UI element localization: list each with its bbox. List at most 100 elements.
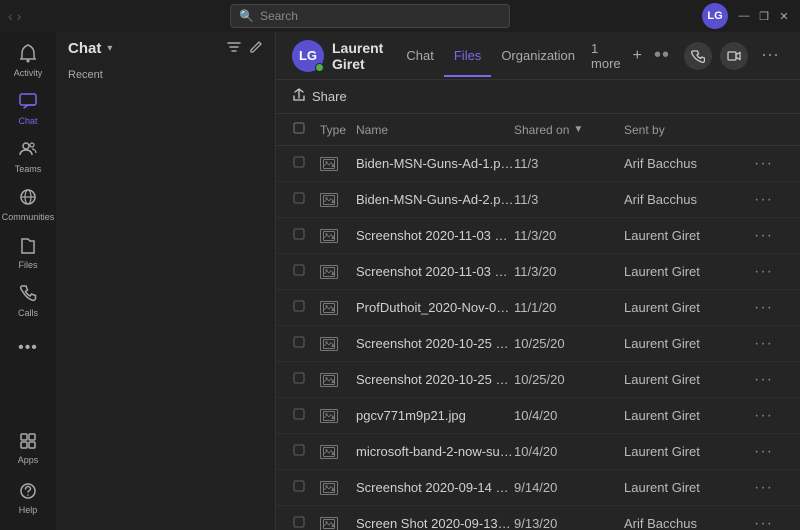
row-shared-on: 9/13/20	[514, 516, 624, 530]
table-row[interactable]: pgcv771m9p21.jpg 10/4/20 Laurent Giret ·…	[276, 398, 800, 434]
row-checkbox[interactable]	[292, 479, 320, 496]
close-button[interactable]: ✕	[776, 8, 792, 24]
row-type-icon	[320, 193, 356, 207]
row-checkbox[interactable]	[292, 227, 320, 244]
table-row[interactable]: Biden-MSN-Guns-Ad-2.png 11/3 Arif Bacchu…	[276, 182, 800, 218]
compose-icon[interactable]	[249, 40, 263, 57]
row-checkbox[interactable]	[292, 191, 320, 208]
sidebar-item-teams[interactable]: Teams	[4, 132, 52, 180]
row-checkbox[interactable]	[292, 407, 320, 424]
add-tab-button[interactable]: +	[627, 47, 648, 65]
row-type-icon	[320, 373, 356, 387]
sidebar-label-chat: Chat	[18, 116, 37, 126]
share-button[interactable]: Share	[292, 88, 347, 105]
row-more-button[interactable]: ···	[754, 335, 784, 353]
title-bar-search: 🔍 Search	[68, 4, 672, 28]
header-name: Name	[356, 123, 514, 137]
filter-icon[interactable]	[227, 40, 241, 57]
row-checkbox[interactable]	[292, 335, 320, 352]
contact-initials: LG	[299, 48, 317, 63]
row-type-icon	[320, 517, 356, 530]
sidebar-bottom: Apps Help	[4, 424, 52, 530]
sidebar-item-files[interactable]: Files	[4, 228, 52, 276]
table-row[interactable]: ProfDuthoit_2020-Nov-01.jpg 11/1/20 Laur…	[276, 290, 800, 326]
panel-title-caret: ▾	[107, 43, 112, 54]
row-type-icon	[320, 301, 356, 315]
tab-chat[interactable]: Chat	[396, 34, 443, 77]
row-checkbox[interactable]	[292, 515, 320, 530]
video-button[interactable]	[720, 42, 748, 70]
row-checkbox[interactable]	[292, 443, 320, 460]
row-sent-by: Laurent Giret	[624, 372, 754, 387]
sidebar-item-chat[interactable]: Chat	[4, 84, 52, 132]
nav-controls: ‹ ›	[8, 8, 21, 24]
sort-icon: ▼	[573, 124, 583, 135]
contact-actions: •• ⋯	[648, 42, 784, 70]
table-row[interactable]: Biden-MSN-Guns-Ad-1.png 11/3 Arif Bacchu…	[276, 146, 800, 182]
row-checkbox[interactable]	[292, 263, 320, 280]
search-box[interactable]: 🔍 Search	[230, 4, 510, 28]
contact-avatar: LG	[292, 40, 324, 72]
header-check	[292, 121, 320, 138]
window-controls: — ❐ ✕	[736, 8, 792, 24]
row-checkbox[interactable]	[292, 299, 320, 316]
sidebar-item-more[interactable]: •••	[4, 324, 52, 372]
sidebar-label-files: Files	[18, 260, 37, 270]
row-more-button[interactable]: ···	[754, 263, 784, 281]
row-type-icon	[320, 481, 356, 495]
sidebar-item-communities[interactable]: Communities	[4, 180, 52, 228]
sidebar-item-calls[interactable]: Calls	[4, 276, 52, 324]
panel-title: Chat	[68, 40, 101, 57]
row-file-name: Screenshot 2020-09-14 at 20.56.56.png	[356, 480, 514, 495]
row-more-button[interactable]: ···	[754, 407, 784, 425]
row-sent-by: Arif Bacchus	[624, 192, 754, 207]
row-more-button[interactable]: ···	[754, 191, 784, 209]
row-more-button[interactable]: ···	[754, 443, 784, 461]
forward-button[interactable]: ›	[17, 8, 22, 24]
table-row[interactable]: microsoft-band-2-now-suffering-from-crac…	[276, 434, 800, 470]
table-row[interactable]: Screen Shot 2020-09-13 at 4.10.27 PM.png…	[276, 506, 800, 530]
header-type: Type	[320, 123, 356, 137]
calls-icon	[18, 283, 38, 306]
sidebar-label-teams: Teams	[15, 164, 42, 174]
call-button[interactable]	[684, 42, 712, 70]
files-icon	[18, 235, 38, 258]
sidebar-item-activity[interactable]: Activity	[4, 36, 52, 84]
recent-label: Recent	[56, 65, 275, 85]
contact-action-overflow1[interactable]: ••	[648, 42, 676, 70]
row-checkbox[interactable]	[292, 155, 320, 172]
main-layout: Activity Chat Teams	[0, 32, 800, 530]
table-row[interactable]: Screenshot 2020-11-03 at 14.02.00.png 11…	[276, 254, 800, 290]
tab-files[interactable]: Files	[444, 34, 491, 77]
row-more-button[interactable]: ···	[754, 155, 784, 173]
row-shared-on: 10/4/20	[514, 408, 624, 423]
row-shared-on: 11/3	[514, 192, 624, 207]
sidebar-item-apps[interactable]: Apps	[4, 424, 52, 472]
contact-name: Laurent Giret	[332, 40, 384, 72]
row-more-button[interactable]: ···	[754, 515, 784, 530]
header-shared-on[interactable]: Shared on ▼	[514, 123, 624, 137]
back-button[interactable]: ‹	[8, 8, 13, 24]
row-file-name: microsoft-band-2-now-suffering-from-crac…	[356, 444, 514, 459]
user-avatar[interactable]: LG	[702, 3, 728, 29]
files-table: Biden-MSN-Guns-Ad-1.png 11/3 Arif Bacchu…	[276, 146, 800, 530]
row-more-button[interactable]: ···	[754, 227, 784, 245]
more-options-button[interactable]: ⋯	[756, 42, 784, 70]
table-header: Type Name Shared on ▼ Sent by	[276, 114, 800, 146]
more-tabs-button[interactable]: 1 more	[585, 41, 627, 71]
table-row[interactable]: Screenshot 2020-11-03 at 14.03.21.png 11…	[276, 218, 800, 254]
row-more-button[interactable]: ···	[754, 479, 784, 497]
row-shared-on: 10/25/20	[514, 372, 624, 387]
minimize-button[interactable]: —	[736, 8, 752, 24]
row-more-button[interactable]: ···	[754, 299, 784, 317]
tab-organization[interactable]: Organization	[491, 34, 585, 77]
row-checkbox[interactable]	[292, 371, 320, 388]
row-more-button[interactable]: ···	[754, 371, 784, 389]
title-bar: ‹ › 🔍 Search LG — ❐ ✕	[0, 0, 800, 32]
sidebar-item-help[interactable]: Help	[4, 474, 52, 522]
restore-button[interactable]: ❐	[756, 8, 772, 24]
table-row[interactable]: Screenshot 2020-10-25 at 15.38.46.png 10…	[276, 326, 800, 362]
sidebar-label-activity: Activity	[14, 68, 43, 78]
table-row[interactable]: Screenshot 2020-09-14 at 20.56.56.png 9/…	[276, 470, 800, 506]
table-row[interactable]: Screenshot 2020-10-25 at 15.27.29.png 10…	[276, 362, 800, 398]
